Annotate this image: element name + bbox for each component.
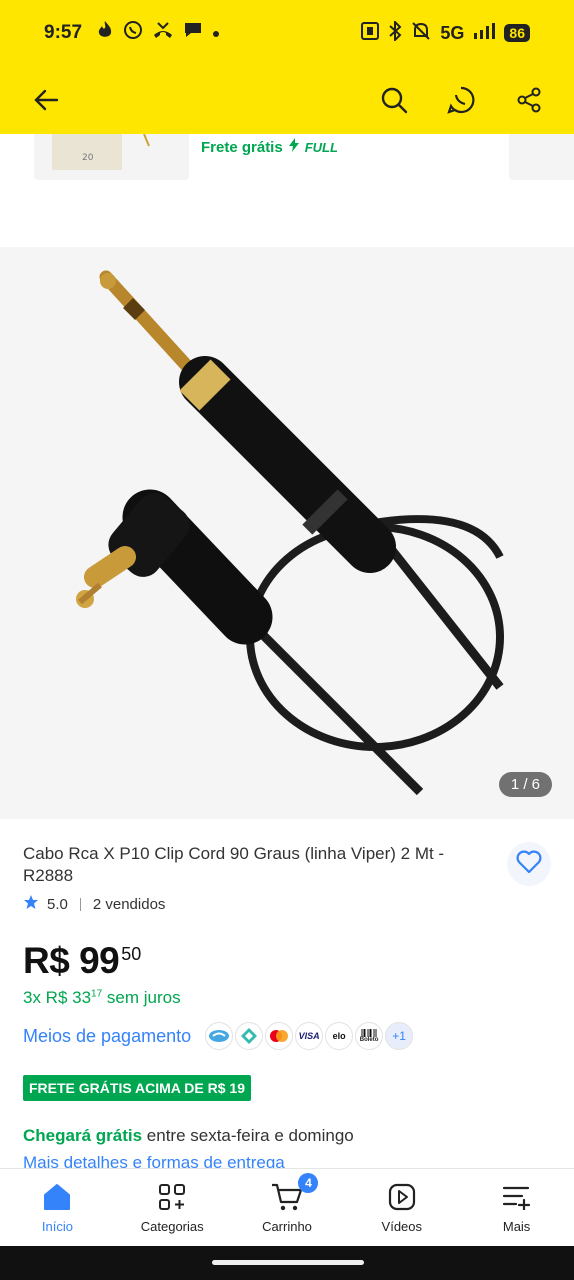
back-arrow-icon[interactable] bbox=[30, 84, 62, 116]
star-icon bbox=[23, 894, 39, 914]
tab-more-label: Mais bbox=[502, 1219, 531, 1234]
price: R$ 99 50 bbox=[23, 940, 141, 982]
bluetooth-icon bbox=[388, 19, 402, 46]
tab-more[interactable]: Mais bbox=[459, 1169, 574, 1246]
installments: 3x R$ 3317 sem juros bbox=[23, 988, 181, 1008]
signal-icon bbox=[473, 22, 496, 45]
tab-categories[interactable]: Categorias bbox=[115, 1169, 230, 1246]
sold-count: 2 vendidos bbox=[92, 895, 166, 913]
search-icon[interactable] bbox=[378, 84, 410, 116]
boleto-icon: Boleto bbox=[355, 1022, 384, 1050]
more-payment-methods[interactable]: +1 bbox=[385, 1022, 414, 1050]
image-counter: 1 / 6 bbox=[498, 772, 552, 797]
home-icon bbox=[42, 1181, 72, 1213]
recommended-product-thumbnail[interactable]: 20 bbox=[34, 134, 189, 180]
video-icon bbox=[387, 1181, 417, 1213]
rating-row[interactable]: 5.0 2 vendidos bbox=[23, 894, 165, 914]
strip-free-shipping: Frete grátis FULL bbox=[201, 138, 338, 156]
price-main: R$ 99 bbox=[23, 940, 120, 981]
cart-count-badge: 4 bbox=[298, 1173, 319, 1193]
lightning-icon bbox=[288, 138, 299, 156]
boleto-label: Boleto bbox=[359, 1037, 379, 1043]
tab-home[interactable]: Início bbox=[0, 1169, 115, 1246]
share-icon[interactable] bbox=[513, 84, 545, 116]
battery-level: 86 bbox=[504, 24, 530, 42]
chat-icon bbox=[183, 21, 203, 45]
menu-plus-icon bbox=[502, 1181, 532, 1213]
bottom-tab-bar: Início Categorias 4 Carrinho Vídeos Mais bbox=[0, 1168, 574, 1246]
product-image bbox=[76, 270, 504, 796]
whatsapp-share-icon[interactable] bbox=[445, 84, 477, 116]
delivery-window: entre sexta-feira e domingo bbox=[146, 1126, 354, 1145]
mastercard-icon bbox=[265, 1022, 294, 1050]
divider bbox=[79, 897, 81, 911]
status-time: 9:57 bbox=[44, 22, 83, 43]
price-cents: 50 bbox=[121, 944, 142, 964]
installments-prefix: 3x R$ 33 bbox=[23, 988, 92, 1007]
nfc-icon bbox=[361, 21, 380, 45]
tab-videos[interactable]: Vídeos bbox=[344, 1169, 459, 1246]
payment-methods-link[interactable]: Meios de pagamento bbox=[23, 1026, 191, 1047]
heart-icon bbox=[516, 850, 542, 879]
dot-icon bbox=[212, 22, 220, 44]
installments-suffix: sem juros bbox=[106, 988, 181, 1007]
recommendation-strip: 20 Frete grátis FULL bbox=[0, 134, 574, 184]
tinder-icon bbox=[96, 20, 114, 46]
product-title: Cabo Rca X P10 Clip Cord 90 Graus (linha… bbox=[23, 844, 445, 885]
whatsapp-icon bbox=[123, 20, 143, 46]
visa-icon: VISA bbox=[295, 1022, 324, 1050]
payment-icons: VISA elo Boleto +1 bbox=[205, 1022, 414, 1050]
system-icons: 5G 86 bbox=[361, 19, 530, 46]
strip-shipping-label: Frete grátis bbox=[201, 138, 283, 156]
rating-value: 5.0 bbox=[47, 895, 68, 913]
mercado-pago-icon bbox=[205, 1022, 234, 1050]
svg-text:20: 20 bbox=[82, 153, 94, 163]
mute-icon bbox=[411, 21, 431, 46]
system-navigation-bar bbox=[0, 1246, 574, 1280]
delivery-info: Chegará grátis entre sexta-feira e domin… bbox=[23, 1126, 354, 1146]
installments-cents: 17 bbox=[91, 988, 103, 1000]
categories-icon bbox=[157, 1181, 187, 1213]
app-bar bbox=[0, 66, 574, 134]
recommended-product-thumbnail-2[interactable] bbox=[509, 134, 574, 180]
product-image-gallery[interactable]: 1 / 6 bbox=[0, 247, 574, 819]
status-bar: 9:57 5G 86 bbox=[0, 0, 574, 66]
delivery-free-label: Chegará grátis bbox=[23, 1126, 143, 1145]
notification-icons bbox=[96, 20, 220, 46]
tab-categories-label: Categorias bbox=[140, 1219, 204, 1234]
pix-icon bbox=[235, 1022, 264, 1050]
tab-cart[interactable]: 4 Carrinho bbox=[230, 1169, 345, 1246]
payment-methods[interactable]: Meios de pagamento VISA elo Boleto +1 bbox=[23, 1022, 414, 1050]
tab-cart-label: Carrinho bbox=[262, 1219, 312, 1234]
favorite-button[interactable] bbox=[507, 842, 551, 886]
full-label: FULL bbox=[304, 139, 338, 155]
shipping-details-link[interactable]: Mais detalhes e formas de entrega bbox=[23, 1153, 285, 1169]
tab-videos-label: Vídeos bbox=[381, 1219, 423, 1234]
home-gesture-handle[interactable] bbox=[212, 1260, 364, 1265]
missed-call-icon bbox=[152, 21, 174, 45]
elo-icon: elo bbox=[325, 1022, 354, 1050]
tab-home-label: Início bbox=[41, 1219, 73, 1234]
free-shipping-badge: FRETE GRÁTIS ACIMA DE R$ 19 bbox=[23, 1075, 251, 1101]
network-label: 5G bbox=[440, 22, 465, 43]
